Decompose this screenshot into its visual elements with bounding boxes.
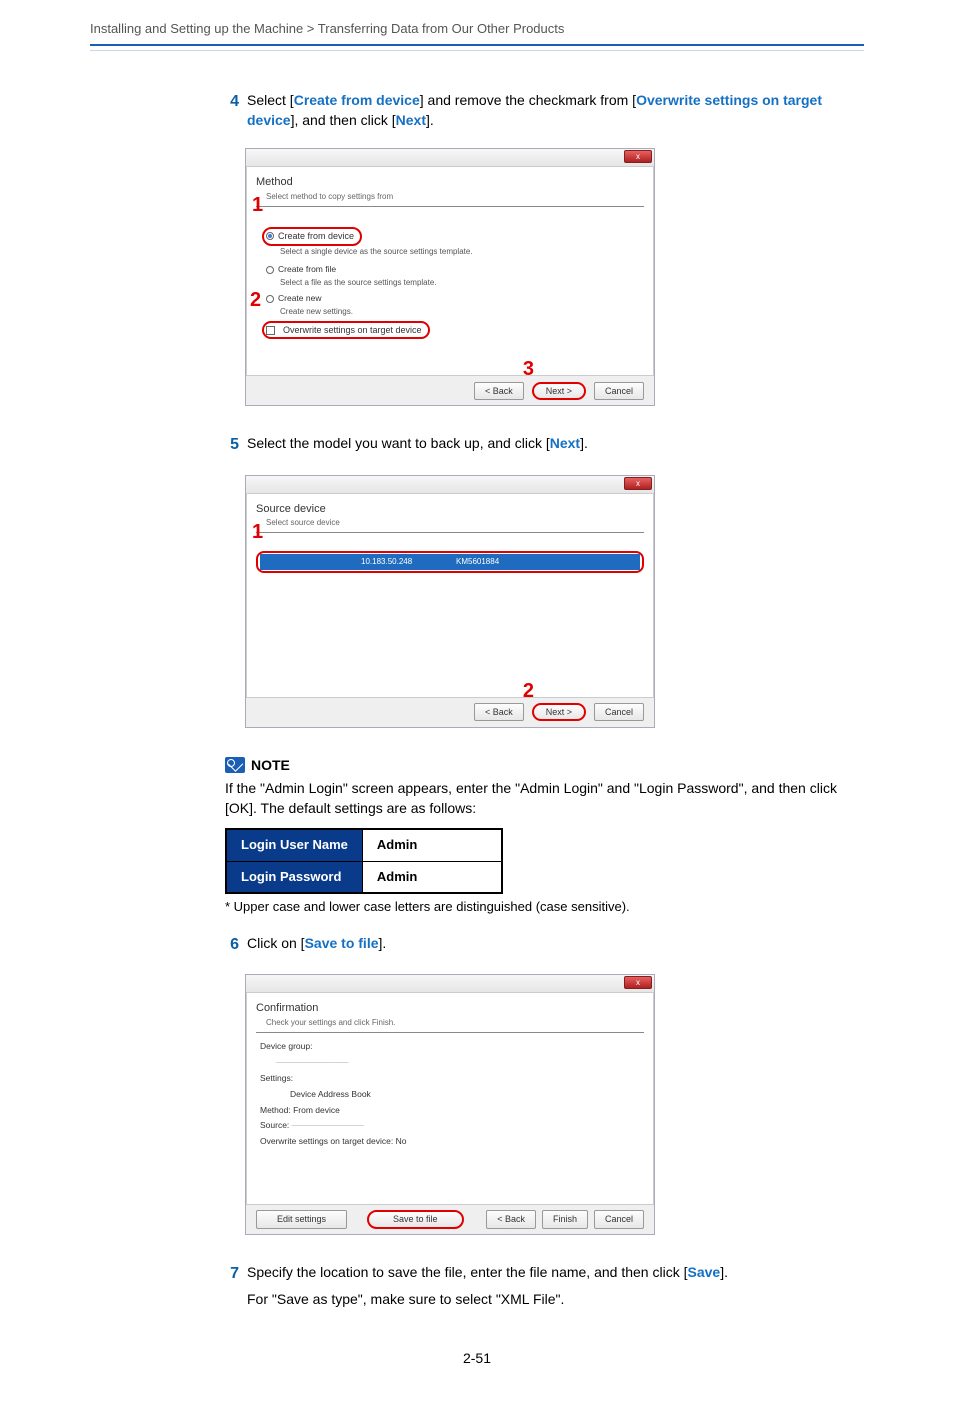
win-close-icon[interactable]: x	[624, 150, 652, 163]
step-text: Select [Create from device] and remove t…	[247, 91, 864, 130]
confirmation-dialog: x Confirmation Check your settings and c…	[245, 974, 655, 1235]
radio-label: Create from device	[278, 230, 354, 243]
back-button[interactable]: < Back	[474, 703, 524, 722]
login-defaults-table: Login User Name Admin Login Password Adm…	[225, 828, 503, 893]
back-button[interactable]: < Back	[486, 1210, 536, 1229]
footnote: * Upper case and lower case letters are …	[225, 898, 864, 916]
confirmation-line: Overwrite settings on target device: No	[256, 1134, 644, 1150]
annotation-2: 2	[250, 290, 261, 310]
step-text: Specify the location to save the file, e…	[247, 1263, 728, 1285]
next-button[interactable]: Next >	[532, 382, 586, 401]
cancel-button[interactable]: Cancel	[594, 1210, 644, 1229]
step-number: 4	[225, 91, 239, 130]
annotation-ring: Overwrite settings on target device	[262, 321, 430, 340]
step-text: Click on [Save to file].	[247, 934, 386, 956]
annotation-2: 2	[523, 681, 534, 701]
step-number: 6	[225, 934, 239, 956]
note-icon	[225, 757, 245, 773]
dialog-heading: Method	[256, 175, 644, 190]
table-header: Login User Name	[226, 829, 362, 861]
checkbox-label: Overwrite settings on target device	[279, 324, 422, 337]
table-header: Login Password	[226, 861, 362, 893]
radio-create-from-file[interactable]	[266, 266, 274, 274]
dialog-subheading: Check your settings and click Finish.	[256, 1017, 644, 1028]
radio-description: Select a single device as the source set…	[256, 246, 644, 257]
note-text: If the "Admin Login" screen appears, ent…	[225, 779, 864, 818]
radio-create-from-device[interactable]	[266, 232, 274, 240]
annotation-ring: Create from device	[262, 227, 362, 246]
confirmation-line: Device group:	[256, 1039, 644, 1055]
dialog-heading: Source device	[256, 502, 644, 517]
annotation-1: 1	[252, 195, 263, 215]
win-close-icon[interactable]: x	[624, 477, 652, 490]
confirmation-line: ────────────	[256, 1055, 644, 1071]
cancel-button[interactable]: Cancel	[594, 703, 644, 722]
dialog-subheading: Select method to copy settings from	[256, 191, 644, 202]
edit-settings-button[interactable]: Edit settings	[256, 1210, 347, 1229]
confirmation-line: Device Address Book	[256, 1087, 644, 1103]
win-close-icon[interactable]: x	[624, 976, 652, 989]
note-label: NOTE	[251, 756, 290, 776]
device-table: 10.183.50.248 KM5601884	[260, 554, 640, 569]
radio-description: Select a file as the source settings tem…	[256, 277, 644, 288]
annotation-1: 1	[252, 522, 263, 542]
confirmation-line: Method: From device	[256, 1103, 644, 1119]
step-subtext: For "Save as type", make sure to select …	[247, 1290, 864, 1310]
radio-label: Create from file	[278, 264, 336, 276]
finish-button[interactable]: Finish	[542, 1210, 588, 1229]
save-to-file-button[interactable]: Save to file	[367, 1210, 464, 1229]
next-button[interactable]: Next >	[532, 703, 586, 722]
step-number: 7	[225, 1263, 239, 1285]
cancel-button[interactable]: Cancel	[594, 382, 644, 401]
confirmation-line: Settings:	[256, 1071, 644, 1087]
back-button[interactable]: < Back	[474, 382, 524, 401]
dialog-titlebar: x	[246, 476, 654, 494]
dialog-subheading: Select source device	[256, 517, 644, 528]
radio-description: Create new settings.	[256, 306, 644, 317]
device-row-selected[interactable]: 10.183.50.248 KM5601884	[260, 554, 640, 569]
step-number: 5	[225, 434, 239, 456]
page-number: 2-51	[90, 1349, 864, 1369]
breadcrumb: Installing and Setting up the Machine > …	[90, 20, 864, 44]
dialog-titlebar: x	[246, 149, 654, 167]
step-text: Select the model you want to back up, an…	[247, 434, 588, 456]
source-device-dialog: x Source device Select source device 1 1…	[245, 475, 655, 728]
confirmation-line: Source: ────────────	[256, 1118, 644, 1134]
dialog-heading: Confirmation	[256, 1001, 644, 1016]
method-dialog: x Method Select method to copy settings …	[245, 148, 655, 406]
annotation-3: 3	[523, 359, 534, 379]
table-cell: Admin	[362, 829, 502, 861]
table-cell: Admin	[362, 861, 502, 893]
annotation-ring: 10.183.50.248 KM5601884	[256, 551, 644, 572]
radio-label: Create new	[278, 293, 321, 305]
divider	[90, 44, 864, 46]
dialog-titlebar: x	[246, 975, 654, 993]
divider	[90, 50, 864, 51]
radio-create-new[interactable]	[266, 295, 274, 303]
checkbox-overwrite[interactable]	[266, 326, 275, 335]
